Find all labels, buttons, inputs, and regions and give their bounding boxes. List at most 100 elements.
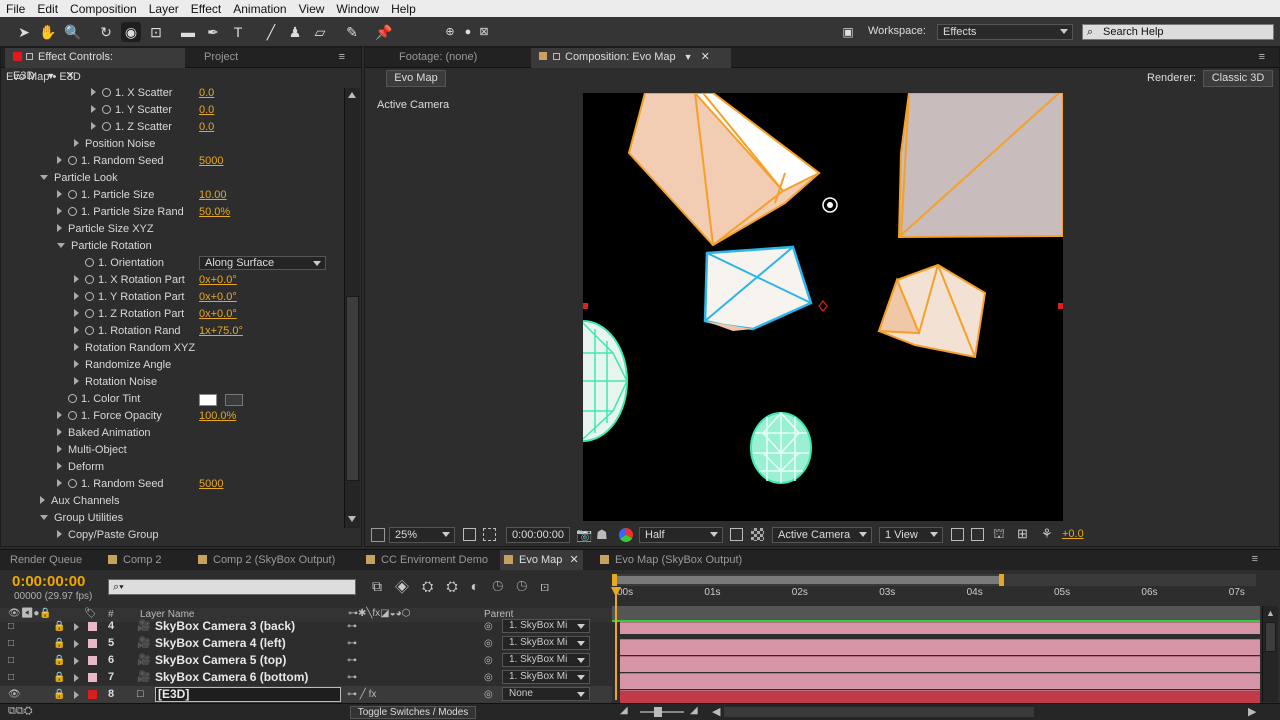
disclosure-closed-icon[interactable] <box>57 224 62 232</box>
resolution-select[interactable]: Half <box>639 527 723 543</box>
visibility-toggle[interactable]: □ <box>8 618 14 635</box>
axis-mode-icon[interactable]: ⊕ <box>440 22 460 42</box>
effect-property-4[interactable]: 1. Random Seed <box>57 153 164 170</box>
layer-row[interactable]: 👁 🔒 8 □ [E3D] ⊶ ╱ fx ◎ None <box>0 686 612 703</box>
panel-menu-icon[interactable]: ≡ <box>339 51 345 63</box>
region-of-interest-icon[interactable] <box>730 528 743 541</box>
effect-property-25[interactable]: Group Utilities <box>40 510 123 527</box>
disclosure-closed-icon[interactable] <box>57 530 62 538</box>
disclosure-closed-icon[interactable] <box>74 326 79 334</box>
zoom-in-icon[interactable]: ◢ <box>690 705 698 716</box>
snapshot-icon[interactable]: 📷 <box>576 527 592 543</box>
pick-whip-icon[interactable]: ◎ <box>484 618 493 635</box>
layer-duration-bar[interactable] <box>620 690 1260 704</box>
effect-property-value[interactable]: 50.0% <box>199 206 230 218</box>
menu-animation[interactable]: Animation <box>227 2 292 16</box>
flowchart-icon[interactable]: ⊞ <box>1017 526 1028 542</box>
lock-icon[interactable]: 🔒 <box>53 669 65 686</box>
layer-search-input[interactable]: ⌕▾ <box>108 579 356 595</box>
transparency-grid-icon[interactable] <box>751 528 764 541</box>
stopwatch-icon[interactable] <box>68 394 77 403</box>
disclosure-closed-icon[interactable] <box>74 360 79 368</box>
scroll-down-icon[interactable] <box>348 516 356 522</box>
eraser-tool-icon[interactable]: ▱ <box>310 22 330 42</box>
layer-duration-bar[interactable] <box>620 639 1260 655</box>
shy-switch-icon[interactable]: ⊶ <box>347 669 357 686</box>
color-tint-swatch[interactable] <box>199 394 217 406</box>
layer-name[interactable]: SkyBox Camera 4 (left) <box>155 635 286 652</box>
effect-property-21[interactable]: Multi-Object <box>57 442 127 459</box>
timeline-icon[interactable]: ⛫ <box>993 526 1005 544</box>
clone-stamp-tool-icon[interactable]: ♟ <box>285 22 305 42</box>
effect-property-value[interactable]: 0x+0.0° <box>199 291 237 303</box>
brush-tool-icon[interactable]: ╱ <box>261 22 281 42</box>
layer-label-swatch[interactable] <box>88 690 97 699</box>
menu-help[interactable]: Help <box>385 2 422 16</box>
pen-tool-icon[interactable]: ✒ <box>203 22 223 42</box>
stopwatch-icon[interactable] <box>68 479 77 488</box>
shy-switch-icon[interactable]: ⊶ ╱ fx <box>347 686 376 703</box>
stopwatch-icon[interactable] <box>85 258 94 267</box>
channel-icon[interactable] <box>619 528 633 542</box>
scroll-thumb[interactable] <box>346 296 359 481</box>
disclosure-closed-icon[interactable] <box>74 691 79 699</box>
effect-property-10[interactable]: 1. Orientation <box>74 255 164 272</box>
effect-property-15[interactable]: Rotation Random XYZ <box>74 340 195 357</box>
layer-name[interactable]: [E3D] <box>155 687 341 702</box>
pan-behind-tool-icon[interactable]: ⊡ <box>146 22 166 42</box>
puppet-pin-tool-icon[interactable]: 📌 <box>374 22 394 42</box>
close-icon[interactable]: ✕ <box>701 51 710 63</box>
tab-project[interactable]: Project <box>196 48 246 68</box>
effect-property-26[interactable]: Copy/Paste Group <box>57 527 159 544</box>
timeline-tab-1[interactable]: Comp 2 <box>104 550 166 571</box>
timeline-timecode[interactable]: 0:00:00:00 <box>12 573 85 590</box>
layer-row[interactable]: □ 🔒 7 🎥 SkyBox Camera 6 (bottom) ⊶ ◎ 1. SkyBox … <box>0 669 612 686</box>
menu-effect[interactable]: Effect <box>185 2 227 16</box>
effect-property-value[interactable]: 0.0 <box>199 121 214 133</box>
rotate-tool-icon[interactable]: ↻ <box>96 22 116 42</box>
pick-whip-icon[interactable]: ◎ <box>484 686 493 703</box>
effect-property-13[interactable]: 1. Z Rotation Part <box>74 306 184 323</box>
disclosure-closed-icon[interactable] <box>74 139 79 147</box>
effect-property-23[interactable]: 1. Random Seed <box>57 476 164 493</box>
renderer-button[interactable]: Classic 3D <box>1203 70 1273 87</box>
menu-file[interactable]: File <box>0 2 31 16</box>
stopwatch-icon[interactable] <box>68 411 77 420</box>
work-area-end-handle[interactable] <box>999 574 1004 586</box>
orientation-select[interactable]: Along Surface <box>199 256 326 270</box>
eyedropper-icon[interactable] <box>225 394 243 406</box>
disclosure-closed-icon[interactable] <box>91 105 96 113</box>
visibility-toggle[interactable]: □ <box>8 669 14 686</box>
effect-property-value[interactable]: 5000 <box>199 155 223 167</box>
disclosure-closed-icon[interactable] <box>74 674 79 682</box>
lock-icon[interactable]: 🔒 <box>53 686 65 703</box>
safe-margins-icon[interactable] <box>483 528 496 541</box>
effect-property-3[interactable]: Position Noise <box>74 136 155 153</box>
effect-property-14[interactable]: 1. Rotation Rand <box>74 323 181 340</box>
zoom-slider-thumb[interactable] <box>654 707 662 717</box>
effect-property-0[interactable]: 1. X Scatter <box>91 85 172 102</box>
stopwatch-icon[interactable] <box>102 88 111 97</box>
parent-select[interactable]: 1. SkyBox Mi <box>502 653 590 667</box>
disclosure-closed-icon[interactable] <box>57 445 62 453</box>
work-area-bar[interactable] <box>612 574 1256 586</box>
effect-property-6[interactable]: 1. Particle Size <box>57 187 154 204</box>
disclosure-closed-icon[interactable] <box>74 343 79 351</box>
pick-whip-icon[interactable]: ◎ <box>484 635 493 652</box>
view-layout-select[interactable]: 1 View <box>879 527 943 543</box>
stopwatch-icon[interactable] <box>85 292 94 301</box>
layer-name[interactable]: SkyBox Camera 5 (top) <box>155 652 286 669</box>
disclosure-closed-icon[interactable] <box>91 122 96 130</box>
layer-label-swatch[interactable] <box>88 639 97 648</box>
playhead[interactable] <box>615 588 617 700</box>
effect-property-18[interactable]: 1. Color Tint <box>57 391 140 408</box>
layer-name[interactable]: SkyBox Camera 3 (back) <box>155 618 295 635</box>
selection-tool-icon[interactable]: ➤ <box>14 22 34 42</box>
zoom-out-icon[interactable]: ◢ <box>620 705 628 716</box>
rectangle-tool-icon[interactable]: ▬ <box>178 22 198 42</box>
timeline-tab-5[interactable]: Evo Map (SkyBox Output) <box>596 550 746 571</box>
fast-previews-icon[interactable] <box>971 528 984 541</box>
tab-composition[interactable]: Composition: Evo Map ▼ ✕ <box>531 48 731 68</box>
layer-row[interactable]: □ 🔒 5 🎥 SkyBox Camera 4 (left) ⊶ ◎ 1. SkyBox Mi <box>0 635 612 652</box>
composition-viewer[interactable] <box>583 93 1063 521</box>
